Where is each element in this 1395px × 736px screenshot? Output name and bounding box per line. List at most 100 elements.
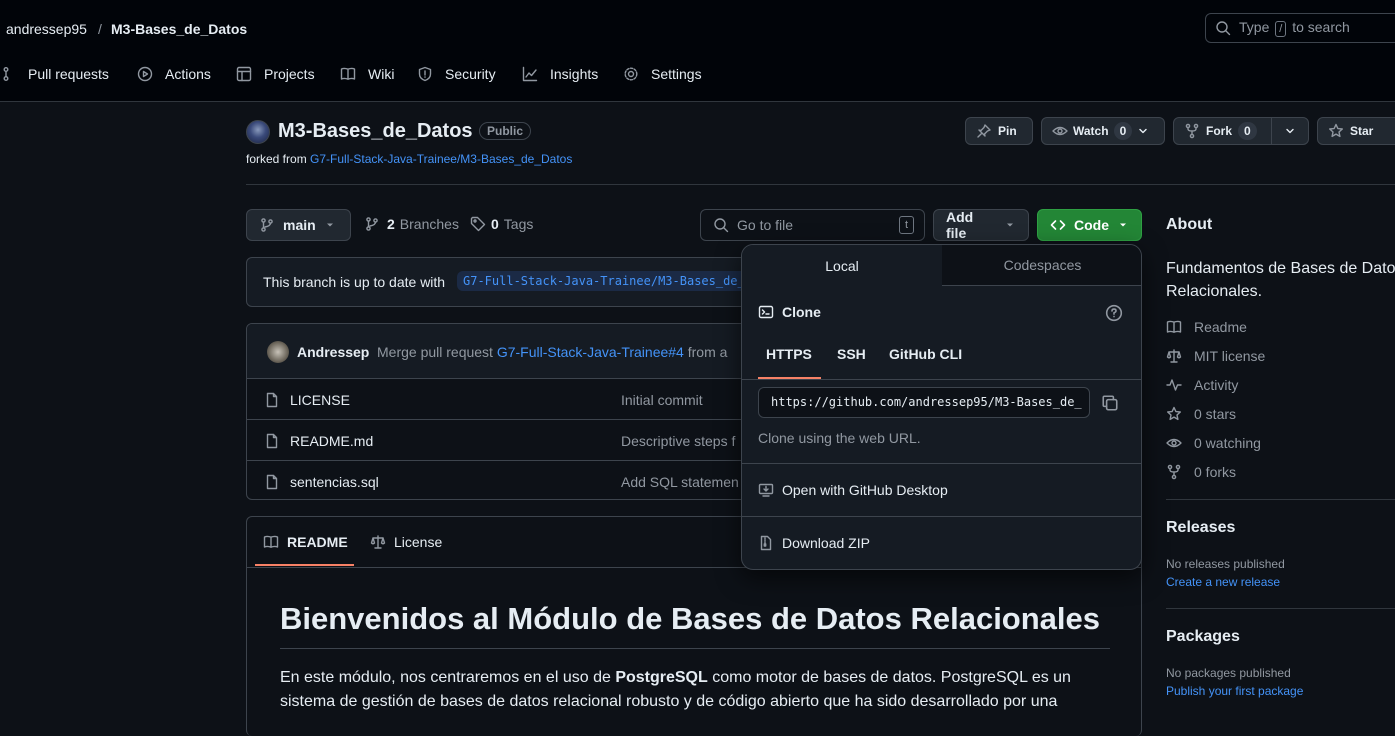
add-file-button[interactable]: Add file <box>933 209 1029 241</box>
question-icon[interactable] <box>1105 304 1123 322</box>
tab-settings-label: Settings <box>651 66 702 82</box>
tab-wiki[interactable]: Wiki <box>340 66 394 82</box>
releases-title[interactable]: Releases <box>1166 519 1235 537</box>
forked-from-prefix: forked from <box>246 152 307 166</box>
sidebar-item-label: Readme <box>1194 319 1247 335</box>
pulse-icon <box>1166 377 1182 393</box>
sidebar-item-activity[interactable]: Activity <box>1166 377 1238 393</box>
tags-count: 0 <box>491 216 499 232</box>
tab-https[interactable]: HTTPS <box>766 346 812 362</box>
branch-status-text: This branch is up to date with <box>263 274 446 290</box>
commit-pr-link[interactable]: G7-Full-Stack-Java-Trainee#4 <box>497 344 684 360</box>
tab-pull-requests[interactable]: Pull requests <box>2 66 109 82</box>
tab-actions[interactable]: Actions <box>137 66 211 82</box>
fork-icon <box>1166 464 1182 480</box>
file-commit-message[interactable]: Initial commit <box>621 392 703 408</box>
sidebar-item-readme[interactable]: Readme <box>1166 319 1247 335</box>
tab-codespaces[interactable]: Codespaces <box>942 245 1141 286</box>
file-name[interactable]: LICENSE <box>290 392 350 408</box>
sidebar-item-forks[interactable]: 0 forks <box>1166 464 1236 480</box>
code-button[interactable]: Code <box>1037 209 1142 241</box>
tab-ssh[interactable]: SSH <box>837 346 866 362</box>
about-description-line1: Fundamentos de Bases de Datos <box>1166 260 1395 277</box>
pin-button[interactable]: Pin <box>965 117 1033 145</box>
branches-link[interactable]: 2 Branches <box>364 216 459 232</box>
repo-link[interactable]: M3-Bases_de_Datos <box>111 21 247 37</box>
readme-paragraph-line2: sistema de gestión de bases de datos rel… <box>280 693 1058 710</box>
download-zip-label: Download ZIP <box>782 535 870 551</box>
sidebar-item-watching[interactable]: 0 watching <box>1166 435 1261 451</box>
fork-button[interactable]: Fork 0 <box>1173 117 1309 145</box>
tags-link[interactable]: 0 Tags <box>470 216 533 232</box>
branch-status-ref[interactable]: G7-Full-Stack-Java-Trainee/M3-Bases_de_ <box>457 271 751 291</box>
owner-link[interactable]: andressep95 <box>6 21 87 37</box>
file-commit-message[interactable]: Add SQL statemen <box>621 474 739 490</box>
star-button[interactable]: Star <box>1317 117 1395 145</box>
tab-readme[interactable]: README <box>263 534 348 550</box>
sidebar-item-label: Activity <box>1194 377 1239 393</box>
sidebar-item-stars[interactable]: 0 stars <box>1166 406 1236 422</box>
forked-from-link[interactable]: G7-Full-Stack-Java-Trainee/M3-Bases_de_D… <box>310 152 572 166</box>
terminal-icon <box>758 304 774 320</box>
tab-github-cli[interactable]: GitHub CLI <box>889 346 962 362</box>
book-icon <box>1166 319 1182 335</box>
sidebar-item-label: 0 watching <box>1194 435 1261 451</box>
file-commit-message[interactable]: Descriptive steps f <box>621 433 735 449</box>
publish-package-link[interactable]: Publish your first package <box>1166 684 1303 698</box>
add-file-label: Add file <box>946 209 974 241</box>
tab-codespaces-label: Codespaces <box>1003 257 1082 273</box>
star-icon <box>1328 123 1344 139</box>
gear-icon <box>623 66 639 82</box>
branch-selector[interactable]: main <box>246 209 351 241</box>
branch-icon <box>259 217 275 233</box>
commit-message-text: Merge pull request <box>377 344 493 360</box>
fork-dropdown-toggle[interactable] <box>1270 118 1308 144</box>
tab-readme-label: README <box>287 534 348 550</box>
repo-title[interactable]: M3-Bases_de_Datos <box>278 120 473 143</box>
sidebar-item-license[interactable]: MIT license <box>1166 348 1265 364</box>
law-icon <box>370 534 386 550</box>
sidebar-item-label: 0 stars <box>1194 406 1237 422</box>
code-label: Code <box>1074 217 1109 233</box>
watch-count: 0 <box>1113 122 1133 140</box>
tab-settings[interactable]: Settings <box>623 66 702 82</box>
readme-paragraph-suffix: como motor de bases de datos. PostgreSQL… <box>712 669 1071 686</box>
readme-paragraph: En este módulo, nos centraremos en el us… <box>280 669 1071 687</box>
tab-projects-label: Projects <box>264 66 315 82</box>
tab-projects[interactable]: Projects <box>236 66 315 82</box>
clone-url-input[interactable]: https://github.com/andressep95/M3-Bases_… <box>758 387 1090 418</box>
watch-button[interactable]: Watch 0 <box>1041 117 1165 145</box>
divider <box>742 379 1141 380</box>
download-zip-button[interactable]: Download ZIP <box>758 535 870 551</box>
clone-hint: Clone using the web URL. <box>758 430 921 446</box>
divider <box>1166 608 1395 609</box>
divider <box>742 463 1141 464</box>
tab-license[interactable]: License <box>370 534 442 550</box>
create-release-link[interactable]: Create a new release <box>1166 575 1280 589</box>
desktop-download-icon <box>758 482 774 498</box>
about-description-line2: Relacionales. <box>1166 283 1263 300</box>
active-tab-indicator <box>255 564 354 566</box>
file-name[interactable]: sentencias.sql <box>290 474 379 490</box>
commit-message: Merge pull request G7-Full-Stack-Java-Tr… <box>377 344 727 360</box>
divider <box>742 516 1141 517</box>
pull-request-icon <box>2 66 18 82</box>
tab-local-label: Local <box>825 257 859 274</box>
tags-label: Tags <box>503 216 534 232</box>
tab-security[interactable]: Security <box>417 66 496 82</box>
clone-header: Clone <box>758 304 821 320</box>
packages-title[interactable]: Packages <box>1166 628 1240 646</box>
star-label: Star <box>1350 124 1374 138</box>
open-desktop-button[interactable]: Open with GitHub Desktop <box>758 482 948 498</box>
pin-label: Pin <box>998 124 1017 138</box>
tab-local[interactable]: Local <box>742 245 943 286</box>
tab-insights[interactable]: Insights <box>522 66 598 82</box>
visibility-badge: Public <box>479 122 532 140</box>
go-to-file-input[interactable]: Go to file t <box>700 209 925 241</box>
copy-icon[interactable] <box>1101 394 1119 412</box>
commit-author[interactable]: Andressep <box>297 344 369 360</box>
search-input[interactable]: Type / to search <box>1205 13 1395 43</box>
file-name[interactable]: README.md <box>290 433 373 449</box>
go-to-file-placeholder: Go to file <box>737 217 794 233</box>
divider <box>1166 499 1395 500</box>
